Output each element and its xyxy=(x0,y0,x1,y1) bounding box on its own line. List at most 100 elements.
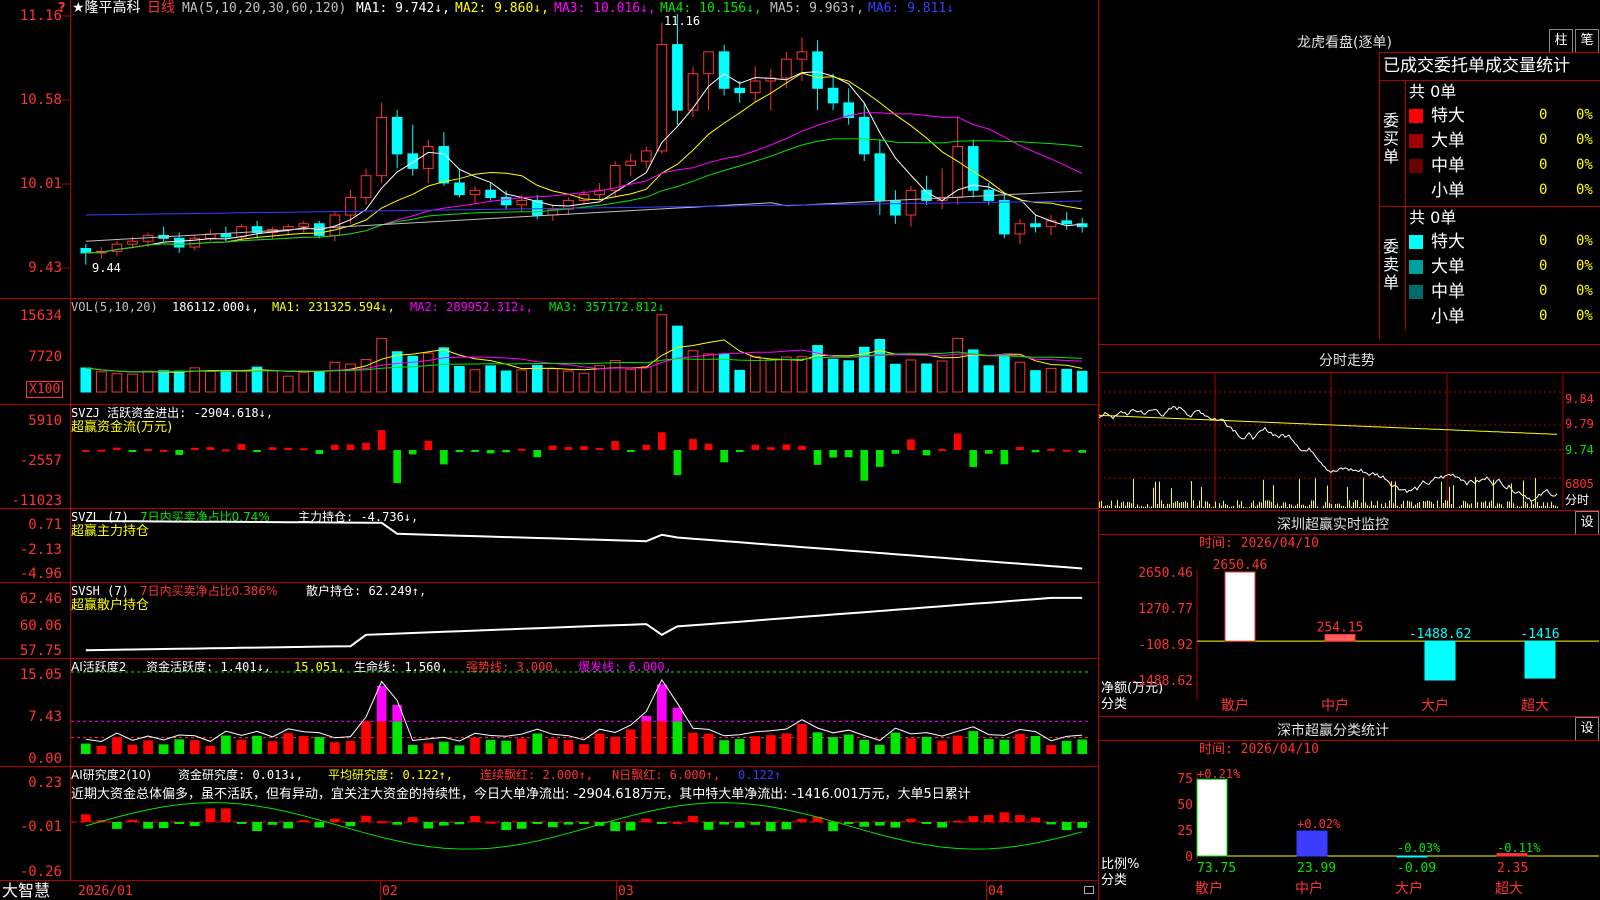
intraday-volume-bar xyxy=(1275,505,1276,508)
classify-axis-label: 25 xyxy=(1177,824,1193,839)
intraday-volume-bar xyxy=(1307,506,1308,508)
intraday-volume-bar xyxy=(1375,505,1376,508)
intraday-volume-bar xyxy=(1377,500,1378,508)
research-bar xyxy=(314,822,325,828)
research-bar xyxy=(439,822,449,826)
retail-line xyxy=(85,596,1083,652)
candle-body xyxy=(812,51,823,89)
flow-bar xyxy=(1078,450,1087,453)
volume-bar xyxy=(267,370,278,393)
intraday-volume-bar xyxy=(1291,504,1292,508)
activity-bar xyxy=(563,740,574,754)
flow-bar xyxy=(502,450,510,453)
research-bar xyxy=(968,816,979,822)
flow-bar xyxy=(81,449,90,452)
classify-change-label: +0.21% xyxy=(1197,767,1241,781)
candle-body xyxy=(80,248,92,254)
volume-bar xyxy=(999,354,1010,393)
candle-body xyxy=(640,150,652,162)
intraday-volume-bar xyxy=(1353,502,1354,508)
research-bar xyxy=(454,822,465,825)
intraday-volume-bar xyxy=(1405,507,1406,508)
volume-bar xyxy=(236,370,247,393)
activity-bar xyxy=(657,684,667,722)
classify-bar xyxy=(1296,830,1328,857)
intraday-volume-bar xyxy=(1287,506,1288,508)
volume-bar xyxy=(936,360,948,393)
flow-bar xyxy=(844,450,853,458)
intraday-volume-bar xyxy=(1271,501,1272,508)
research-bar xyxy=(563,822,574,825)
activity-bar xyxy=(766,735,776,754)
activity-bar xyxy=(672,721,683,754)
activity-bar xyxy=(205,745,216,754)
ma-line xyxy=(85,112,1083,254)
flow-bar xyxy=(751,444,760,450)
intraday-volume-bar xyxy=(1265,500,1266,508)
intraday-volume-bar xyxy=(1129,502,1130,508)
volume-bar xyxy=(983,365,995,393)
research-bar xyxy=(1030,817,1041,822)
volume-bar xyxy=(640,366,652,393)
activity-bar xyxy=(392,721,402,754)
research-bar xyxy=(501,822,511,831)
flow-bar xyxy=(362,442,370,450)
intraday-volume-bar xyxy=(1497,503,1498,508)
research-bar xyxy=(750,822,761,825)
main-chart-canvas[interactable] xyxy=(0,0,1098,900)
intraday-volume-bar xyxy=(1317,506,1318,508)
volume-bar xyxy=(625,368,637,393)
flow-bar xyxy=(860,450,869,481)
flow-bar xyxy=(346,444,355,450)
intraday-volume-bar xyxy=(1177,501,1178,508)
intraday-volume-bar xyxy=(1533,504,1534,508)
intraday-volume-bar xyxy=(1327,485,1328,508)
flow-bar xyxy=(1000,450,1009,465)
intraday-volume-bar xyxy=(1395,481,1396,508)
activity-bar xyxy=(625,729,636,754)
intraday-volume-bar xyxy=(1201,487,1202,508)
intraday-volume-bar xyxy=(1373,505,1374,508)
intraday-volume-bar xyxy=(1499,503,1500,508)
research-bar xyxy=(1015,815,1025,822)
right-chart-canvas: 2650.46 1270.77 -108.92 -1488.62 2650.46 散户 25… xyxy=(1099,374,1599,897)
intraday-volume-bar xyxy=(1181,501,1182,508)
research-bar xyxy=(376,821,387,824)
classify-ratio-label: 23.99 xyxy=(1297,861,1336,876)
right-panel: 龙虎看盘(逐单) 柱 笔 已成交委托单成交量统计 委买单 委卖单 共 0单 共 … xyxy=(1099,0,1600,900)
volume-bar xyxy=(967,349,979,393)
intraday-volume-bar xyxy=(1277,503,1278,508)
intraday-volume-bar xyxy=(1431,501,1432,508)
intraday-volume-bar xyxy=(1283,502,1284,508)
research-bar xyxy=(766,822,776,832)
intraday-volume-bar xyxy=(1451,503,1452,508)
monitor-category-label: 散户 xyxy=(1221,697,1249,714)
intraday-volume-bar xyxy=(1441,481,1442,508)
volume-bar xyxy=(1076,370,1088,393)
volume-bar xyxy=(609,359,621,393)
intraday-volume-bar xyxy=(1257,504,1258,508)
monitor-value-label: -1488.62 xyxy=(1409,627,1472,642)
classify-change-label: -0.11% xyxy=(1497,841,1541,855)
intraday-volume-bar xyxy=(1171,488,1172,508)
activity-bar xyxy=(143,740,153,754)
candle-body xyxy=(625,160,637,166)
activity-bar xyxy=(501,740,511,754)
intraday-volume-bar xyxy=(1401,504,1402,508)
volume-bar xyxy=(578,372,590,393)
volume-bar xyxy=(1014,361,1026,393)
activity-bar xyxy=(843,734,854,754)
research-bar xyxy=(874,822,885,826)
research-bar xyxy=(516,822,527,829)
activity-bar xyxy=(314,737,325,754)
intraday-volume-bar xyxy=(1295,505,1296,508)
main-chart-area[interactable]: ? ★隆平高科 日线 MA(5,10,20,30,60,120) MA1: 9.… xyxy=(0,0,1099,900)
candle-body xyxy=(687,73,699,111)
candle-body xyxy=(438,146,450,184)
monitor-bar xyxy=(1224,571,1256,642)
activity-bar xyxy=(454,745,465,754)
candle-body xyxy=(656,44,668,152)
intraday-volume-bar xyxy=(1343,505,1344,508)
flow-bar xyxy=(658,432,666,450)
vol-ma-line xyxy=(85,339,1083,373)
